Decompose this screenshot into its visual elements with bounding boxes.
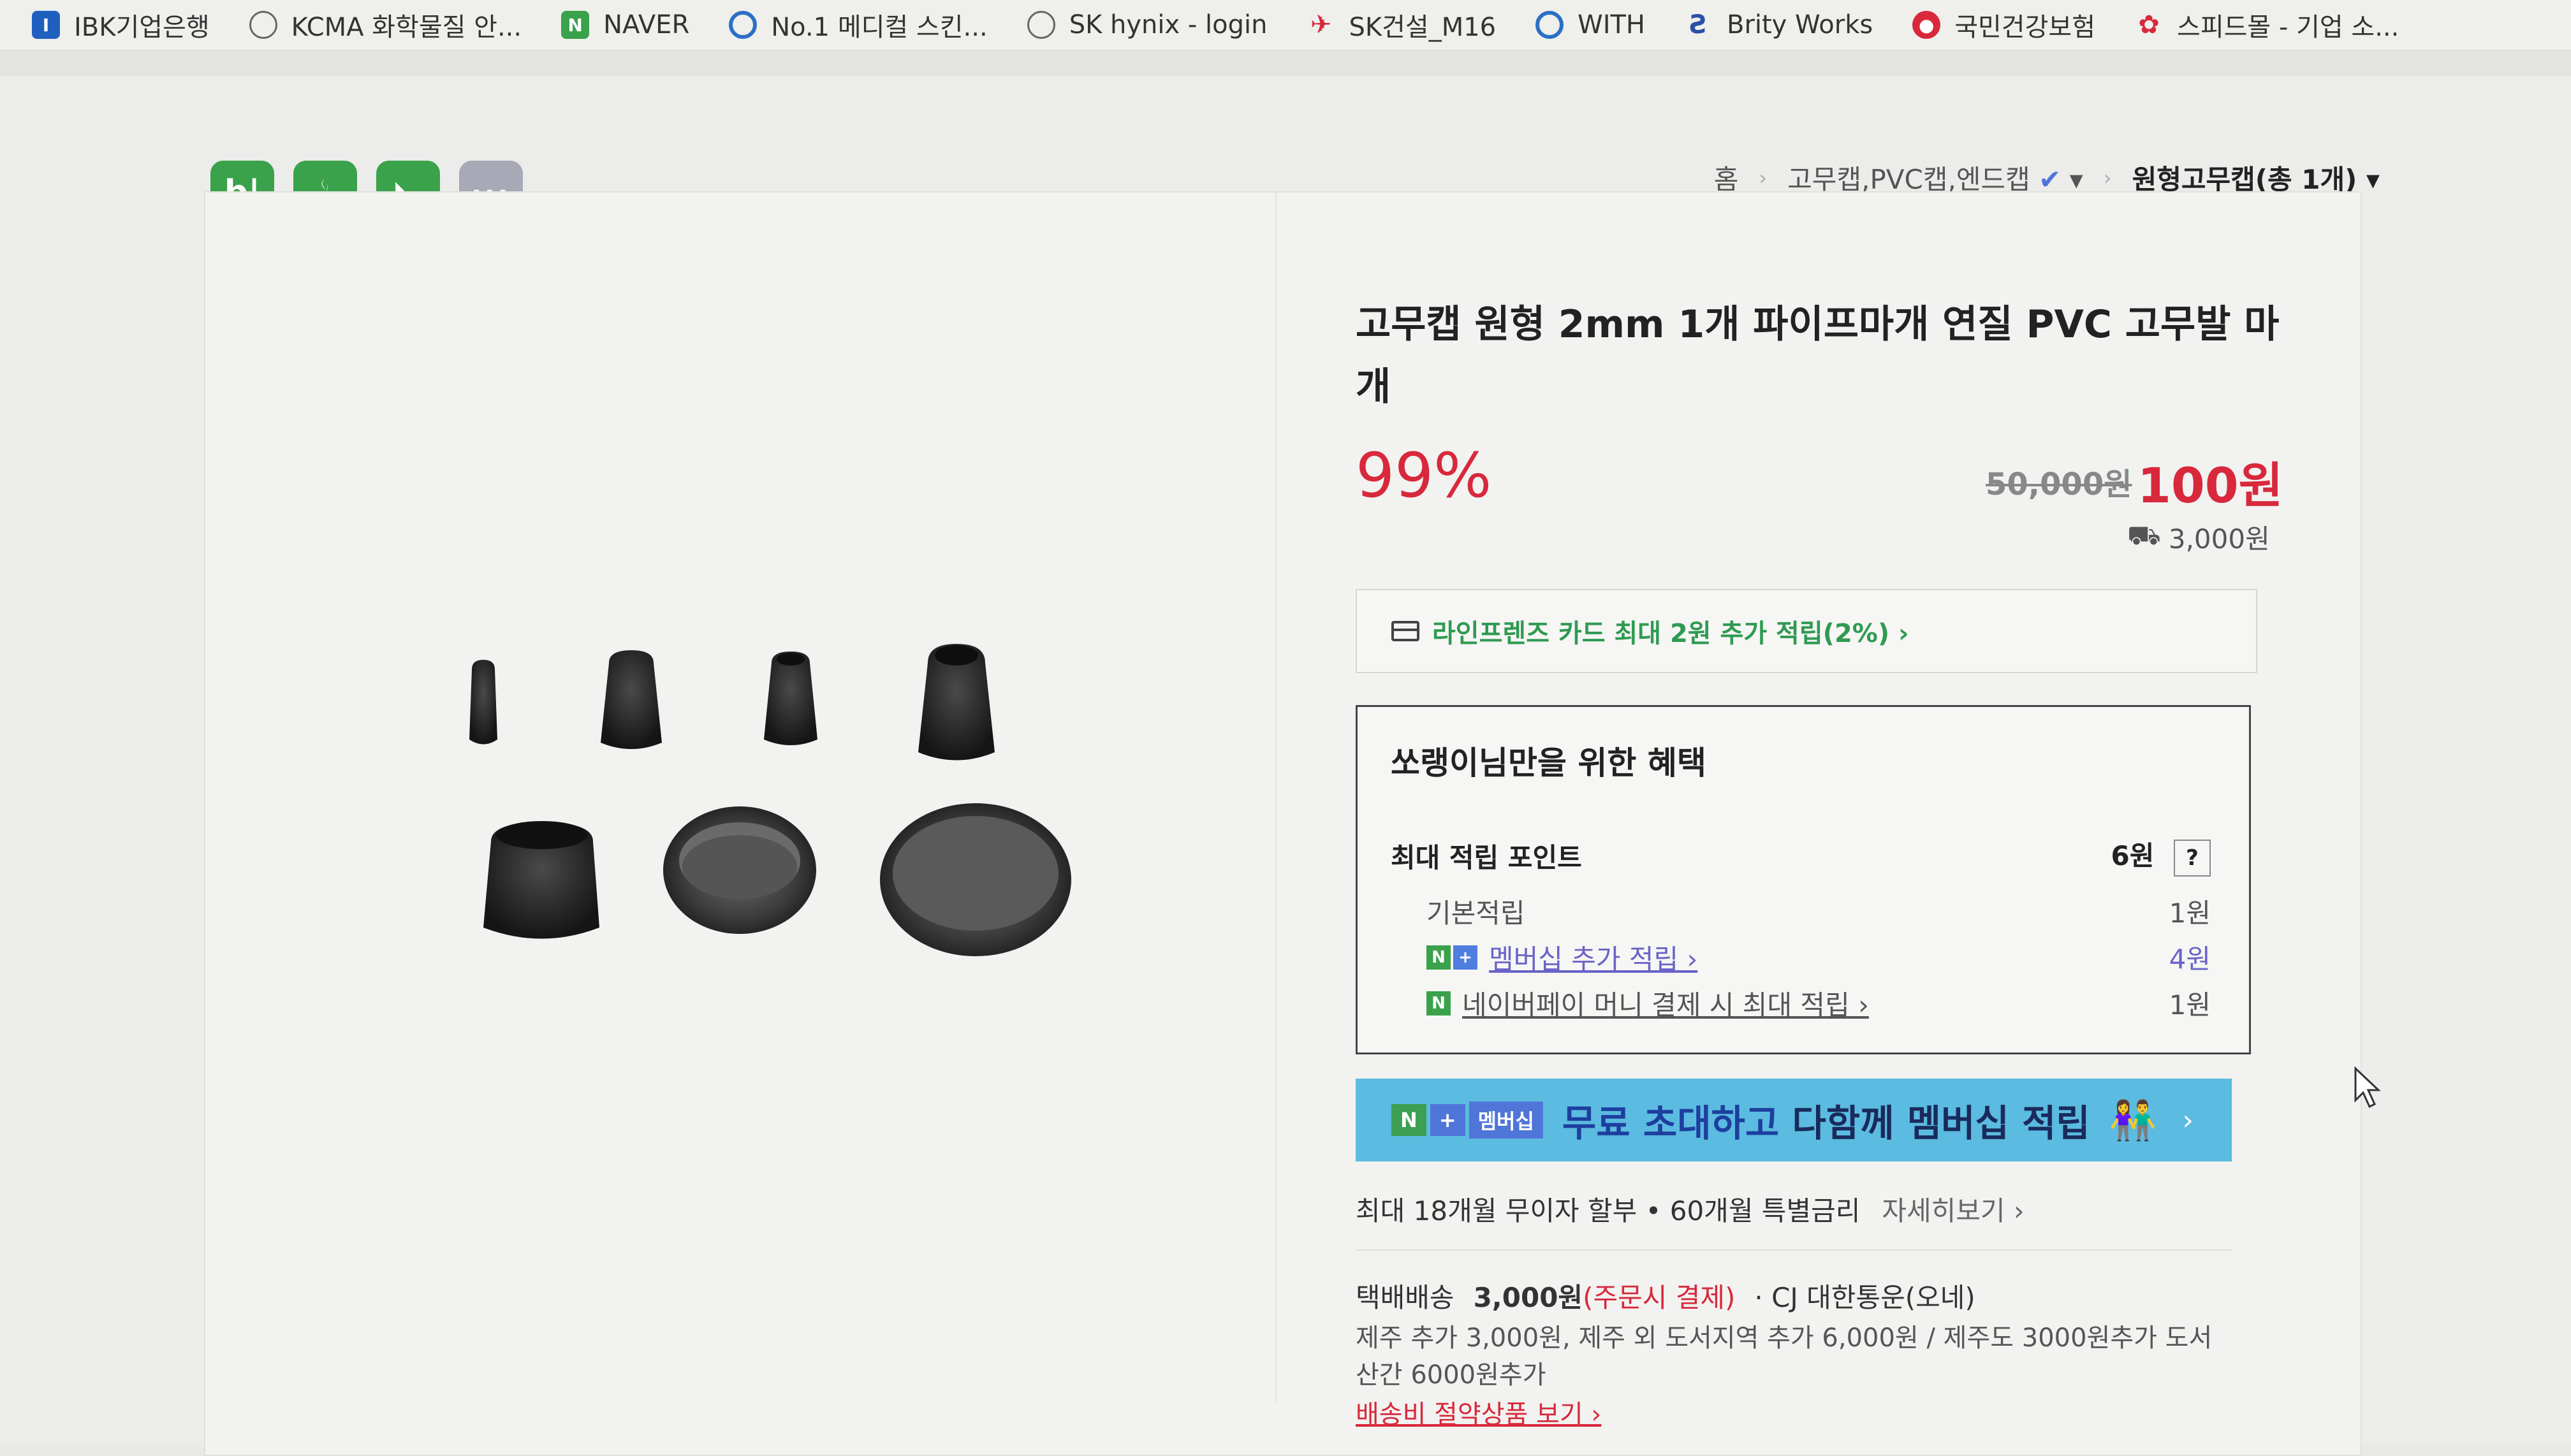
max-points-label: 최대 적립 포인트: [1391, 841, 1582, 873]
rubber-cap-round-b: [663, 806, 816, 934]
points-membership-value: 4원: [2169, 943, 2211, 975]
rubber-cap-medium: [601, 650, 662, 749]
card-promo-link[interactable]: 라인프렌즈 카드 최대 2원 추가 적립(2%) ›: [1356, 589, 2257, 673]
bookmark-naver[interactable]: N NAVER: [561, 10, 689, 40]
nhis-icon: ●: [1912, 11, 1941, 39]
bookmark-label: SK hynix - login: [1069, 10, 1268, 40]
bookmarks-bar: I IBK기업은행 KCMA 화학물질 안... N NAVER No.1 메디…: [0, 0, 2571, 51]
installment-text: 최대 18개월 무이자 할부 • 60개월 특별금리: [1356, 1195, 1861, 1227]
banner-text: 무료 초대하고 다함께 멤버십 적립: [1562, 1093, 2090, 1147]
ibk-icon: I: [32, 11, 60, 39]
points-basic-label: 기본적립: [1426, 898, 1525, 929]
banner-badge-plus: +: [1430, 1104, 1465, 1136]
naver-plus-icon: N +: [1426, 945, 1477, 970]
bookmark-kcma[interactable]: KCMA 화학물질 안...: [249, 6, 522, 43]
points-row-membership: N + 멤버십 추가 적립 › 4원: [1391, 938, 2211, 977]
max-points-row: 최대 적립 포인트 6원 ?: [1391, 834, 2211, 877]
banner-badge-text: 멤버십: [1469, 1102, 1543, 1139]
bookmark-nhis[interactable]: ● 국민건강보험: [1912, 6, 2095, 43]
circle-icon: [729, 11, 758, 39]
product-image[interactable]: [446, 625, 1084, 1020]
bookmark-label: WITH: [1578, 10, 1645, 40]
product-title: 고무캡 원형 2mm 1개 파이프마개 연질 PVC 고무발 마개: [1356, 302, 2280, 409]
naverpay-icon: N: [1426, 991, 1451, 1016]
caret-down-icon: ▾: [2366, 164, 2380, 195]
membership-points-link[interactable]: 멤버십 추가 적립 ›: [1489, 938, 1697, 977]
divider: [1356, 1249, 2232, 1251]
banner-text-a: 무료 초대하고: [1562, 1102, 1792, 1145]
points-naverpay-value: 1원: [2169, 989, 2211, 1021]
chevron-right-icon: ›: [2103, 165, 2112, 190]
shipping-saver-link[interactable]: 배송비 절약상품 보기 ›: [1356, 1394, 1601, 1431]
membership-banner[interactable]: N + 멤버십 무료 초대하고 다함께 멤버십 적립 👫 ›: [1356, 1079, 2232, 1161]
check-icon: ✔: [2039, 164, 2062, 195]
original-price: 50,000원: [1986, 467, 2132, 502]
rubber-cap-small: [469, 660, 497, 745]
bookmark-label: IBK기업은행: [74, 13, 210, 42]
delivery-note: 제주 추가 3,000원, 제주 외 도서지역 추가 6,000원 / 제주도 …: [1356, 1323, 2213, 1390]
bookmark-label: SK건설_M16: [1349, 13, 1497, 42]
rubber-cap-round-c: [880, 803, 1071, 956]
points-basic-value: 1원: [2169, 898, 2211, 929]
delivery-fee-note: (주문시 결제): [1583, 1282, 1736, 1313]
shipping-fee: ⛟ 3,000원: [2127, 518, 2270, 557]
brity-icon: Ƨ: [1689, 10, 1708, 40]
bookmark-label: No.1 메디컬 스킨...: [771, 13, 988, 42]
people-icon: 👫: [2109, 1098, 2157, 1143]
naverpay-points-link[interactable]: 네이버페이 머니 결제 시 최대 적립 ›: [1462, 984, 1869, 1023]
discount-rate: 99%: [1356, 440, 1492, 511]
bookmark-skhynix[interactable]: SK hynix - login: [1027, 10, 1268, 40]
benefits-panel: 쏘랭이님만을 위한 혜택 최대 적립 포인트 6원 ? 기본적립 1원 N + 멤…: [1356, 705, 2251, 1054]
points-row-basic: 기본적립 1원: [1391, 892, 2211, 931]
installment-more-link[interactable]: 자세히보기 ›: [1882, 1190, 2024, 1228]
banner-badge-n: N: [1391, 1104, 1426, 1136]
circle-icon: [1535, 11, 1564, 39]
delivery-info: 택배배송 3,000원(주문시 결제) · CJ 대한통운(오네): [1356, 1276, 1975, 1315]
bookmark-with[interactable]: WITH: [1535, 10, 1645, 40]
bookmark-label: NAVER: [603, 10, 690, 40]
points-row-naverpay: N 네이버페이 머니 결제 시 최대 적립 › 1원: [1391, 984, 2211, 1023]
chevron-right-icon: ›: [2182, 1103, 2194, 1137]
banner-text-b: 다함께 멤버십 적립: [1792, 1102, 2090, 1145]
shipping-fee-value: 3,000원: [2168, 523, 2270, 555]
caret-down-icon: ▾: [2069, 164, 2083, 195]
sale-price: 100원: [2137, 457, 2283, 514]
delivery-method: 택배배송: [1356, 1282, 1454, 1313]
max-points-value: 6원: [2111, 840, 2155, 871]
column-divider: [1275, 191, 1277, 1402]
bookmark-brity[interactable]: Ƨ Brity Works: [1685, 10, 1873, 40]
help-button[interactable]: ?: [2174, 840, 2211, 877]
rubber-cap-medium-2: [764, 652, 817, 745]
bookmark-ibk[interactable]: I IBK기업은행: [32, 6, 210, 43]
installment-info: 최대 18개월 무이자 할부 • 60개월 특별금리 자세히보기 ›: [1356, 1190, 2025, 1228]
bookmark-medical[interactable]: No.1 메디컬 스킨...: [729, 6, 988, 43]
bookmark-sk-construction[interactable]: ✈ SK건설_M16: [1307, 6, 1497, 43]
bookmark-label: 스피드몰 - 기업 소...: [2177, 13, 2399, 42]
bookmark-speedmall[interactable]: ✿ 스피드몰 - 기업 소...: [2135, 6, 2399, 43]
mouse-cursor-icon: [2354, 1066, 2381, 1109]
delivery-carrier: · CJ 대한통운(오네): [1754, 1282, 1975, 1313]
delivery-fee-value: 3,000원: [1473, 1282, 1583, 1313]
rubber-cap-round-a: [483, 821, 599, 939]
card-promo-text: 라인프렌즈 카드 최대 2원 추가 적립(2%) ›: [1432, 619, 1909, 648]
speedmall-icon: ✿: [2138, 10, 2160, 40]
sk-icon: ✈: [1310, 10, 1332, 40]
breadcrumb-category-label: 고무캡,PVC캡,엔드캡: [1787, 164, 2030, 195]
globe-icon: [249, 11, 277, 39]
benefits-title: 쏘랭이님만을 위한 혜택: [1391, 745, 1706, 782]
delivery-fee: 3,000원(주문시 결제): [1474, 1276, 1736, 1315]
bookmark-label: 국민건강보험: [1954, 13, 2096, 42]
credit-card-icon: [1391, 621, 1419, 641]
rubber-cap-large: [918, 644, 995, 761]
truck-icon: ⛟: [2127, 520, 2161, 551]
bookmark-label: Brity Works: [1727, 10, 1873, 40]
chevron-right-icon: ›: [1759, 165, 1768, 190]
bookmark-label: KCMA 화학물질 안...: [291, 13, 522, 42]
breadcrumb-current-label: 원형고무캡(총 1개): [2132, 164, 2357, 195]
top-strip: [0, 51, 2571, 76]
naver-icon: N: [561, 11, 590, 39]
globe-icon: [1027, 11, 1055, 39]
